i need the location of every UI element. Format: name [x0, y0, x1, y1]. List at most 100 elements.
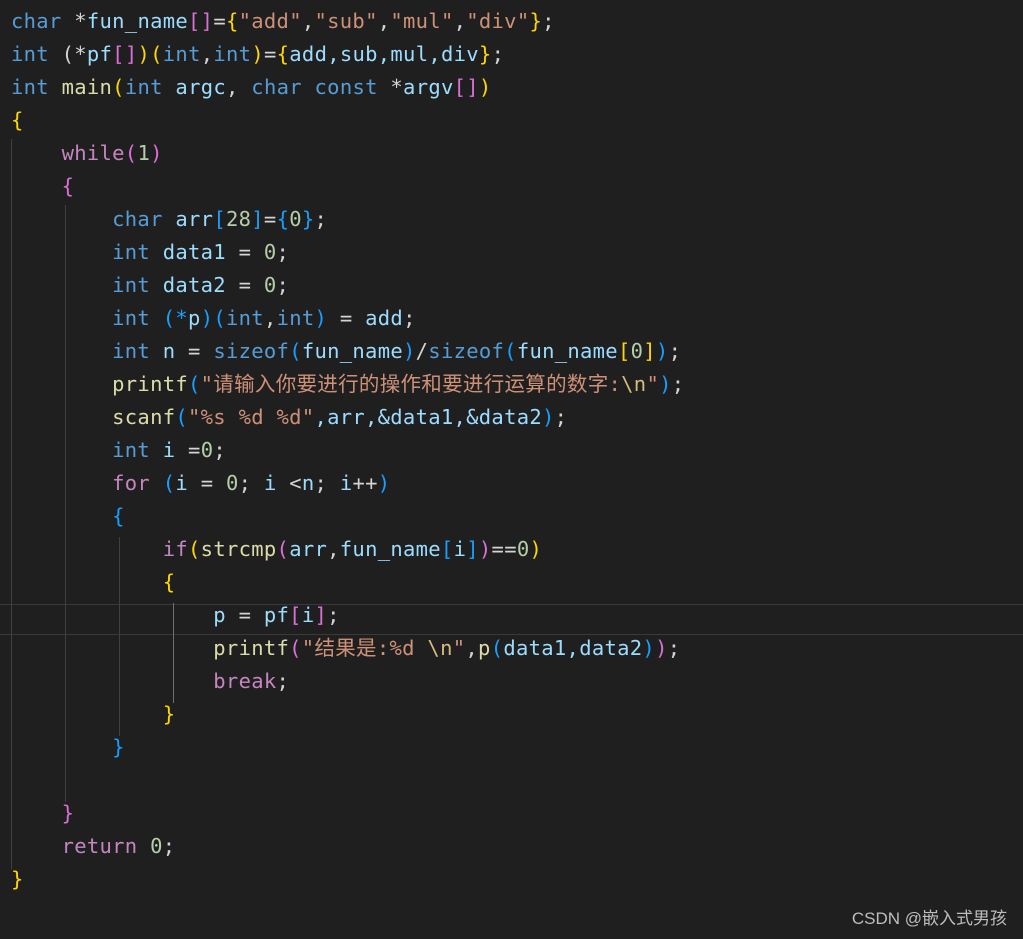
code-line-text: char *fun_name[]={"add","sub","mul","div…	[11, 5, 555, 38]
code-token: ]	[466, 537, 479, 561]
code-token: 0	[516, 537, 530, 561]
code-line[interactable]: int (*p)(int,int) = add;	[0, 302, 1023, 335]
code-line-text: printf("请输入你要进行的操作和要进行运算的数字:\n");	[11, 368, 684, 401]
code-token: )	[377, 471, 391, 495]
code-token: i	[162, 438, 176, 462]
code-token: 0	[263, 240, 277, 264]
code-token: ;	[327, 603, 340, 627]
code-line[interactable]: char arr[28]={0};	[0, 203, 1023, 236]
code-token: }	[301, 207, 315, 231]
code-token: int	[226, 306, 264, 330]
code-line[interactable]: int (*pf[])(int,int)={add,sub,mul,div};	[0, 38, 1023, 71]
code-line[interactable]: if(strcmp(arr,fun_name[i])==0)	[0, 533, 1023, 566]
code-token: ;	[213, 438, 226, 462]
code-line[interactable]: break;	[0, 665, 1023, 698]
code-token: i	[339, 471, 353, 495]
code-line[interactable]: printf("请输入你要进行的操作和要进行运算的数字:\n");	[0, 368, 1023, 401]
code-token: )	[150, 141, 163, 165]
code-token: 1	[137, 141, 151, 165]
code-token: (	[504, 339, 517, 363]
code-line[interactable]	[0, 764, 1023, 797]
code-line[interactable]: p = pf[i];	[0, 599, 1023, 632]
code-token: []	[188, 9, 214, 33]
code-token: while	[61, 141, 125, 165]
code-line[interactable]: int i =0;	[0, 434, 1023, 467]
code-token: "sub"	[314, 9, 378, 33]
code-token: )	[251, 42, 264, 66]
code-line[interactable]: }	[0, 698, 1023, 731]
code-line[interactable]: {	[0, 566, 1023, 599]
code-token: )	[137, 42, 151, 66]
code-line-text: int (*pf[])(int,int)={add,sub,mul,div};	[11, 38, 504, 71]
code-editor[interactable]: char *fun_name[]={"add","sub","mul","div…	[0, 0, 1023, 939]
code-token: printf	[112, 372, 188, 396]
code-token: (	[188, 537, 201, 561]
code-token: sizeof	[428, 339, 505, 363]
code-line[interactable]: }	[0, 863, 1023, 896]
code-line[interactable]: }	[0, 797, 1023, 830]
code-token: (*	[48, 42, 87, 66]
code-token: n	[162, 339, 176, 363]
code-token: int	[112, 273, 151, 297]
code-token: "	[646, 372, 660, 396]
code-token: {	[276, 42, 290, 66]
code-line[interactable]: int n = sizeof(fun_name)/sizeof(fun_name…	[0, 335, 1023, 368]
code-token: 0	[263, 273, 277, 297]
code-token: if	[162, 537, 189, 561]
code-token: )	[402, 339, 416, 363]
code-line-text: int main(int argc, char const *argv[])	[11, 71, 492, 104]
code-line[interactable]: int main(int argc, char const *argv[])	[0, 71, 1023, 104]
code-token: ,	[200, 42, 214, 66]
code-line[interactable]: printf("结果是:%d \n",p(data1,data2));	[0, 632, 1023, 665]
code-token: sizeof	[213, 339, 290, 363]
code-line-text: for (i = 0; i <n; i++)	[11, 467, 390, 500]
code-line[interactable]: while(1)	[0, 137, 1023, 170]
code-token: (	[490, 636, 504, 660]
code-line-text: }	[11, 863, 24, 896]
code-line-text: p = pf[i];	[11, 599, 340, 632]
code-line[interactable]: {	[0, 170, 1023, 203]
code-line[interactable]: for (i = 0; i <n; i++)	[0, 467, 1023, 500]
code-token: =	[213, 9, 226, 33]
code-token: [	[289, 603, 302, 627]
code-token: (	[188, 372, 201, 396]
code-token: }	[61, 801, 75, 825]
code-token: )	[314, 306, 328, 330]
code-token: ;	[276, 240, 290, 264]
code-line[interactable]: int data2 = 0;	[0, 269, 1023, 302]
code-token: fun_name	[86, 9, 189, 33]
code-token: fun_name	[339, 537, 441, 561]
code-line[interactable]: {	[0, 500, 1023, 533]
code-token: =	[327, 306, 366, 330]
code-token: int	[112, 339, 151, 363]
code-token: ,	[465, 636, 479, 660]
code-line-text: }	[11, 698, 175, 731]
code-line[interactable]: {	[0, 104, 1023, 137]
code-token: arr	[175, 207, 214, 231]
code-token: (	[289, 636, 302, 660]
code-line[interactable]: char *fun_name[]={"add","sub","mul","div…	[0, 5, 1023, 38]
code-line[interactable]: }	[0, 731, 1023, 764]
code-token: data1	[162, 240, 226, 264]
code-token: ,	[301, 9, 315, 33]
code-line[interactable]: int data1 = 0;	[0, 236, 1023, 269]
code-token: ]	[314, 603, 328, 627]
code-token: int	[112, 240, 151, 264]
code-token: add,sub,mul,div	[289, 42, 479, 66]
code-token: ]	[251, 207, 264, 231]
code-line[interactable]: scanf("%s %d %d",arr,&data1,&data2);	[0, 401, 1023, 434]
code-line[interactable]: return 0;	[0, 830, 1023, 863]
code-token: {	[11, 108, 24, 132]
code-line-text: {	[11, 170, 74, 203]
code-token: char	[251, 75, 302, 99]
code-line-text: {	[11, 500, 125, 533]
